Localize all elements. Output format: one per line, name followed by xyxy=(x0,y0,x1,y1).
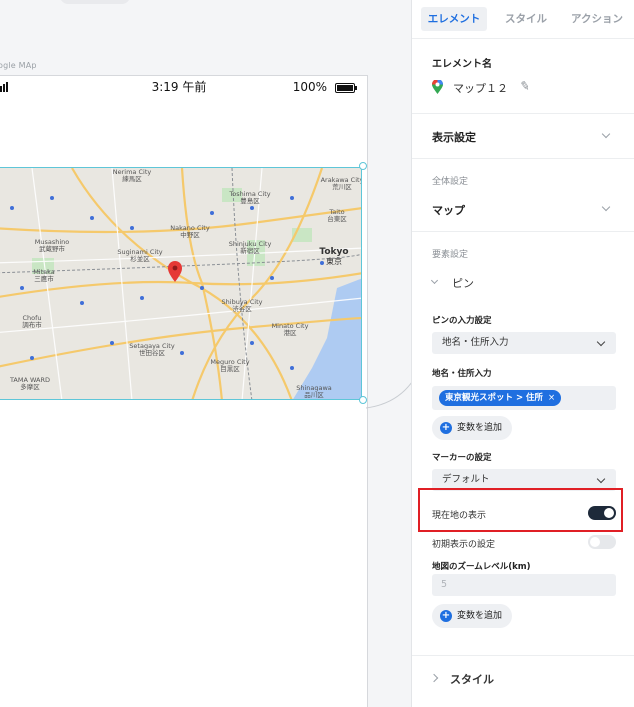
pencil-icon[interactable]: ✎ xyxy=(519,78,531,94)
zoom-level-input[interactable]: 5 xyxy=(432,574,616,596)
map-label: 豊島区 xyxy=(240,196,260,205)
battery-percentage: 100% xyxy=(292,80,327,94)
panel-tabs: エレメント スタイル アクション xyxy=(412,0,634,39)
divider xyxy=(412,113,634,114)
properties-panel: エレメント スタイル アクション エレメント名 マップ１２ ✎ 表示設定 全体設… xyxy=(411,0,634,707)
battery-icon xyxy=(335,83,357,93)
map-label: Tokyo xyxy=(319,247,348,257)
map-label: 新宿区 xyxy=(240,246,260,255)
chevron-down-icon xyxy=(596,474,606,484)
address-chip-label: 東京観光スポット > 住所 xyxy=(445,393,544,403)
chevron-down-icon[interactable] xyxy=(601,202,611,212)
element-name-value[interactable]: マップ１２ xyxy=(453,80,508,96)
initial-display-label: 初期表示の設定 xyxy=(432,540,496,550)
tab-style[interactable]: スタイル xyxy=(496,7,556,31)
close-icon[interactable]: × xyxy=(548,393,555,403)
map-element[interactable]: Nerima City 練馬区 Toshima City 豊島区 Arakawa… xyxy=(0,167,362,400)
plus-icon: + xyxy=(440,422,452,434)
map-label: 品川区 xyxy=(304,391,324,399)
display-settings-title[interactable]: 表示設定 xyxy=(432,129,476,145)
chevron-down-icon[interactable] xyxy=(601,129,611,139)
map-label: 目黒区 xyxy=(220,365,240,373)
marker-value: デフォルト xyxy=(442,474,490,485)
map-label: 三鷹市 xyxy=(34,274,54,283)
style-section-title[interactable]: スタイル xyxy=(450,671,494,687)
plus-icon: + xyxy=(440,610,452,622)
phone-frame[interactable]: 3:19 午前 100% Nerima City 練馬区 Toshima Cit… xyxy=(0,75,368,707)
pin-input-select[interactable]: 地名・住所入力 xyxy=(432,332,616,354)
pin-input-value: 地名・住所入力 xyxy=(442,337,509,348)
map-label: 杉並区 xyxy=(130,254,150,263)
frame-label: ogle MAp xyxy=(0,61,37,70)
divider xyxy=(412,231,634,232)
element-settings-label: 要素設定 xyxy=(432,250,469,260)
add-variable-label: 変数を追加 xyxy=(457,611,503,621)
address-input-field[interactable]: 東京観光スポット > 住所 × xyxy=(432,386,616,410)
divider xyxy=(412,158,634,159)
map-label: 荒川区 xyxy=(332,182,352,191)
pin-section-title[interactable]: ピン xyxy=(452,275,474,291)
map-pin-icon xyxy=(432,79,443,94)
marker-settings-label: マーカーの設定 xyxy=(432,453,492,463)
map-label: 練馬区 xyxy=(122,174,142,183)
map-label: 多摩区 xyxy=(20,382,40,391)
map-label: 台東区 xyxy=(327,214,347,223)
map-label: 港区 xyxy=(284,328,298,337)
global-settings-label: 全体設定 xyxy=(432,177,469,187)
chevron-down-icon xyxy=(596,337,606,347)
map-label: 東京 xyxy=(326,256,342,266)
zoom-level-label: 地図のズームレベル(km) xyxy=(432,562,531,572)
status-bar: 3:19 午前 100% xyxy=(0,76,367,98)
divider xyxy=(412,655,634,656)
tab-action[interactable]: アクション xyxy=(564,7,630,31)
design-canvas[interactable]: ogle MAp 3:19 午前 100% Nerima City 練馬区 To… xyxy=(0,0,411,707)
map-label: 世田谷区 xyxy=(139,348,166,357)
map-label: 調布市 xyxy=(22,320,42,329)
element-name-heading: エレメント名 xyxy=(432,59,492,70)
canvas-decoration xyxy=(60,0,130,4)
highlight-box xyxy=(418,488,623,532)
initial-display-toggle[interactable] xyxy=(588,535,616,549)
add-variable-label: 変数を追加 xyxy=(457,423,503,433)
pin-input-label: ピンの入力設定 xyxy=(432,316,492,326)
map-label: 武蔵野市 xyxy=(39,244,66,253)
global-settings-value[interactable]: マップ xyxy=(432,202,465,218)
map-tiles: Nerima City 練馬区 Toshima City 豊島区 Arakawa… xyxy=(0,168,361,399)
add-variable-button[interactable]: + 変数を追加 xyxy=(432,416,513,440)
tab-element[interactable]: エレメント xyxy=(421,7,487,31)
address-variable-chip[interactable]: 東京観光スポット > 住所 × xyxy=(439,390,562,406)
map-label: 渋谷区 xyxy=(232,304,252,313)
connector-line xyxy=(366,382,411,409)
chevron-down-icon[interactable] xyxy=(430,276,439,285)
chevron-right-icon[interactable] xyxy=(429,673,439,683)
address-input-label: 地名・住所入力 xyxy=(432,369,492,379)
add-variable-button[interactable]: + 変数を追加 xyxy=(432,604,513,628)
resize-handle-top-right[interactable] xyxy=(359,162,367,170)
map-label: 中野区 xyxy=(180,230,200,239)
